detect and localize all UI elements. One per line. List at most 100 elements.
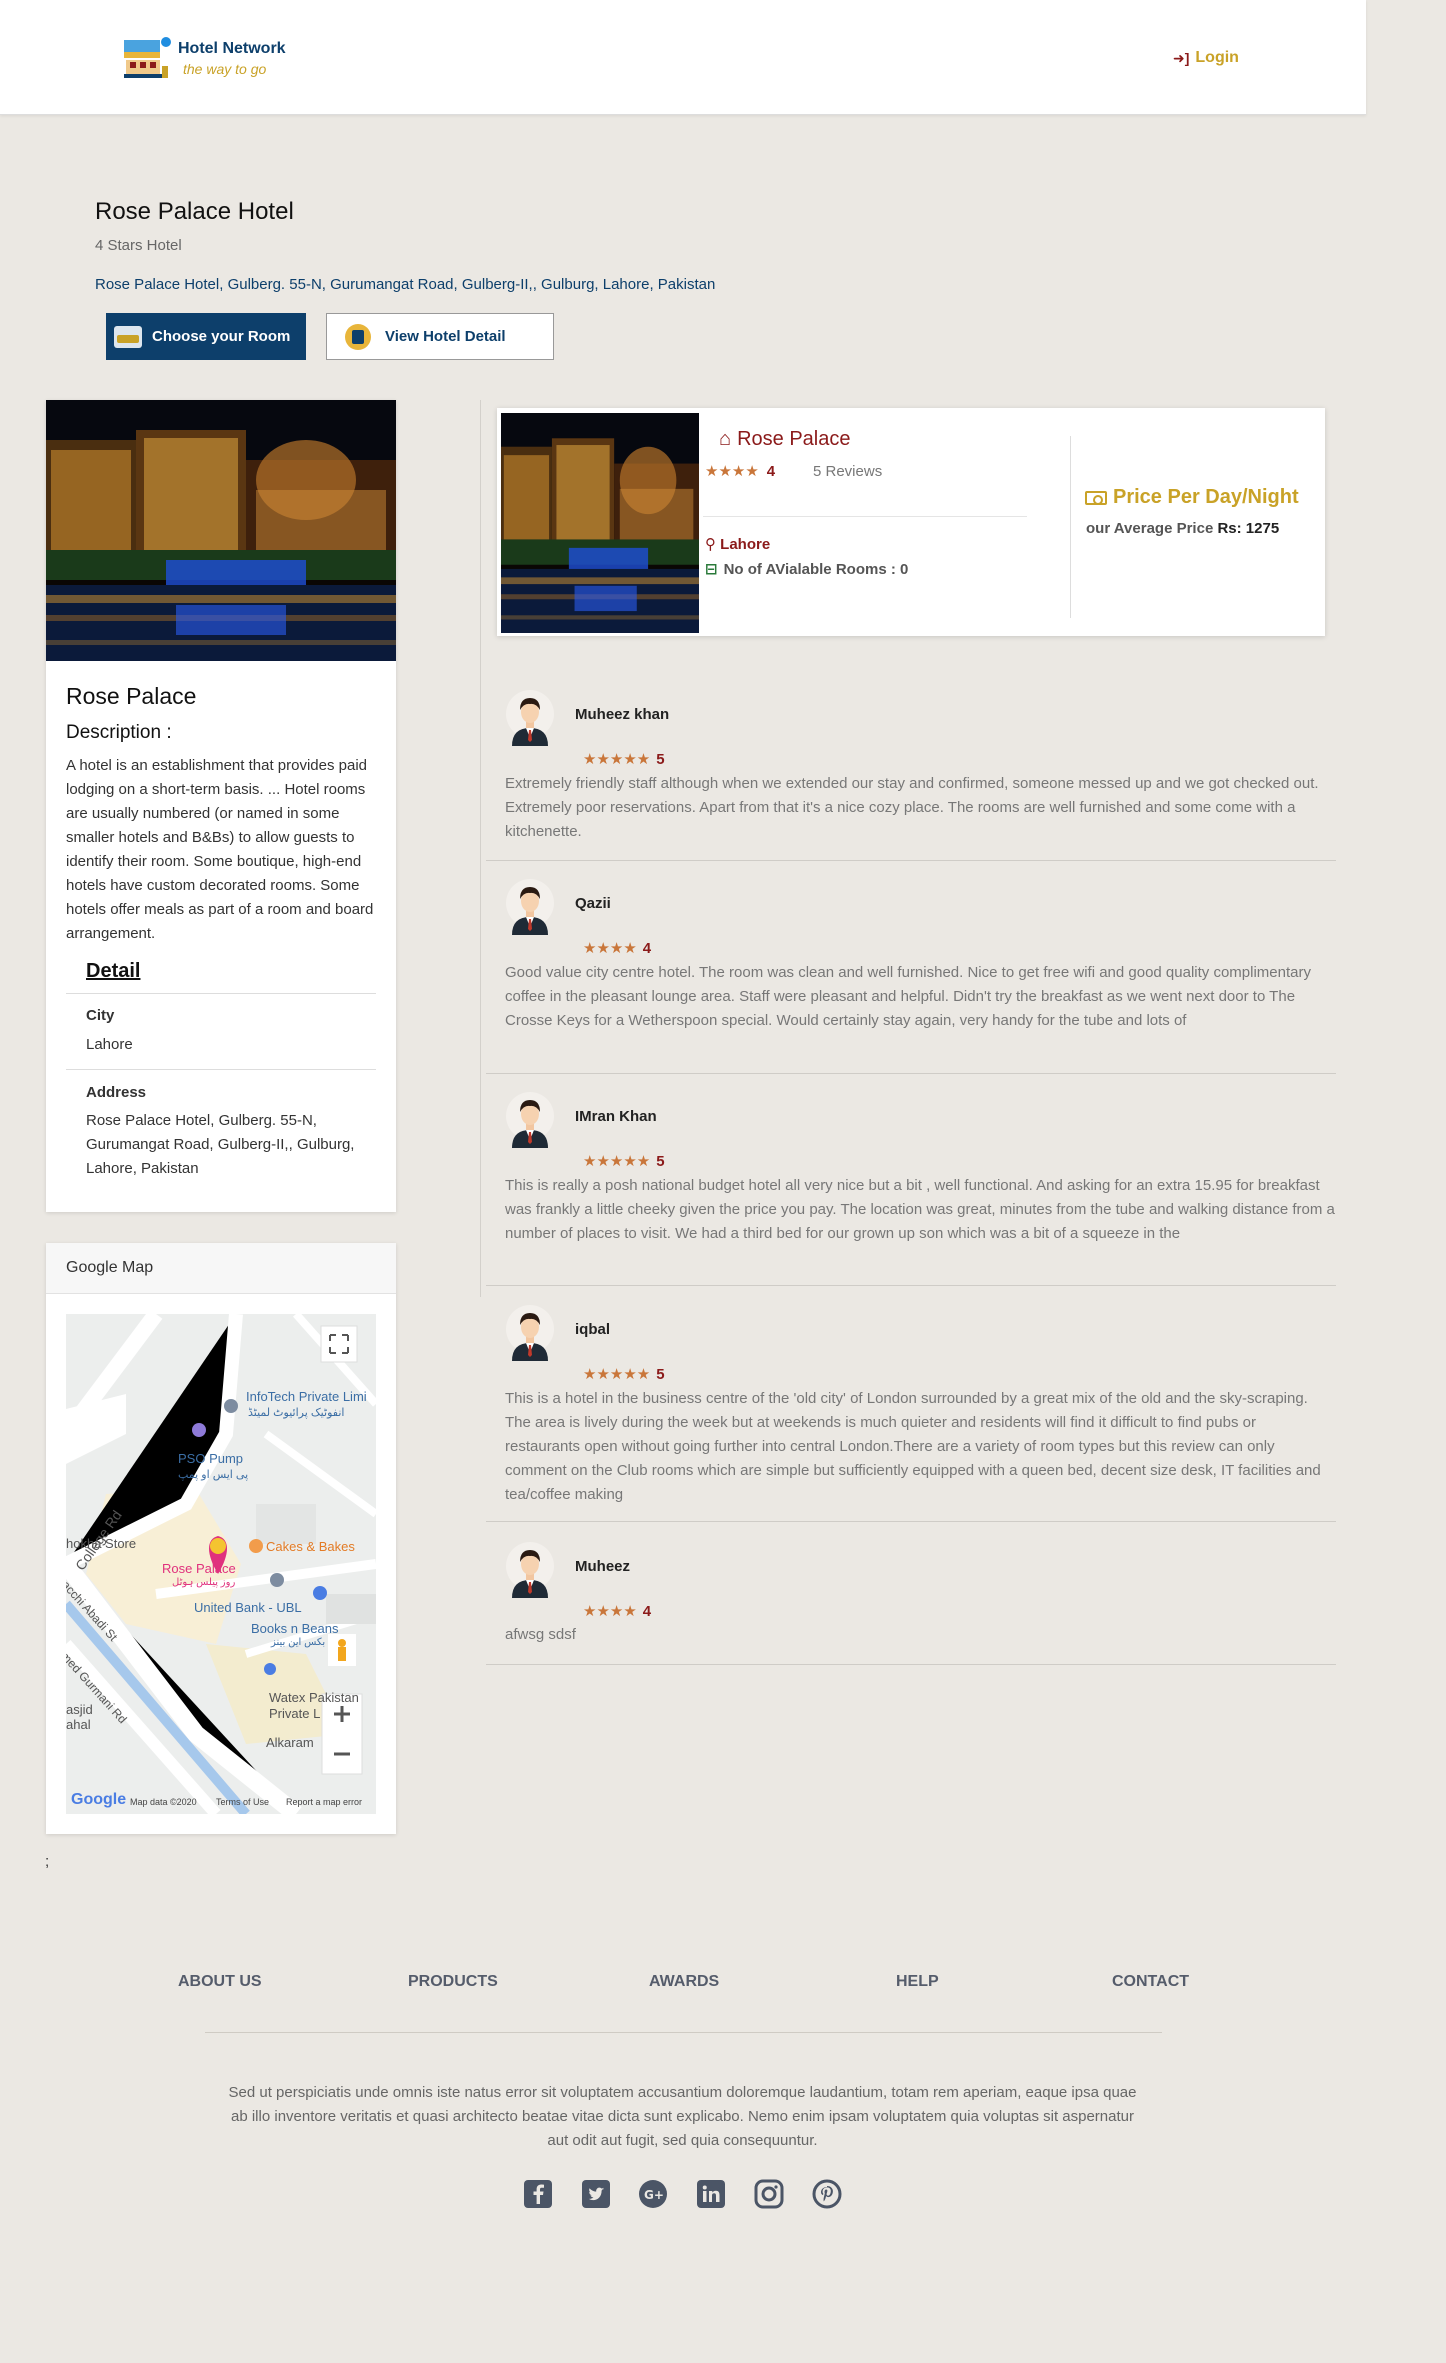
divider bbox=[1070, 436, 1071, 618]
money-icon bbox=[1085, 490, 1107, 505]
hotel-title: Rose Palace Hotel bbox=[95, 198, 294, 225]
map-label-masjid: asjid bbox=[66, 1702, 93, 1717]
facebook-icon[interactable] bbox=[523, 2179, 553, 2209]
map-label-cakes: Cakes & Bakes bbox=[266, 1539, 355, 1554]
star-rating-icon: ★★★★★ bbox=[583, 751, 651, 768]
stray-text: ; bbox=[45, 1853, 50, 1870]
footer-link-products[interactable]: PRODUCTS bbox=[408, 1973, 498, 1991]
review-rating: ★★★★★ 5 bbox=[583, 750, 665, 769]
map-label-books: Books n Beans bbox=[251, 1621, 339, 1636]
footer-divider bbox=[205, 2032, 1162, 2033]
summary-name-text: Rose Palace bbox=[737, 428, 851, 450]
login-link[interactable]: ➜] Login bbox=[1173, 49, 1239, 67]
review-item: Qazii ★★★★ 4 Good value city centre hote… bbox=[486, 861, 1336, 1074]
price-value: Rs: 1275 bbox=[1217, 520, 1280, 537]
view-detail-label: View Hotel Detail bbox=[385, 328, 506, 345]
price-label: our Average Price bbox=[1086, 520, 1214, 537]
star-rating-icon: ★★★★★ bbox=[583, 1366, 651, 1383]
user-avatar bbox=[506, 1542, 554, 1598]
map-label-alkaram: Alkaram bbox=[266, 1735, 314, 1750]
hotel-summary-card: ⌂ Rose Palace ★★★★ 4 5 Reviews ⚲ Lahore … bbox=[497, 408, 1325, 636]
star-rating-icon: ★★★★ bbox=[583, 1603, 637, 1620]
login-label: Login bbox=[1195, 49, 1239, 66]
map-label-pso-urdu: پی ایس او پمپ bbox=[178, 1469, 249, 1481]
star-rating-icon: ★★★★ bbox=[705, 463, 759, 480]
hotel-icon bbox=[345, 323, 371, 350]
divider bbox=[703, 516, 1027, 517]
divider bbox=[66, 1069, 376, 1070]
google-logo: Google bbox=[71, 1791, 127, 1808]
summary-review-count: 5 Reviews bbox=[813, 463, 883, 480]
hotel-network-logo[interactable] bbox=[124, 36, 172, 80]
review-rating: ★★★★ 4 bbox=[583, 1602, 652, 1621]
review-item: Muheez ★★★★ 4 afwsg sdsf bbox=[486, 1522, 1336, 1665]
footer-link-about[interactable]: ABOUT US bbox=[178, 1973, 262, 1991]
review-item: iqbal ★★★★★ 5 This is a hotel in the bus… bbox=[486, 1286, 1336, 1522]
view-hotel-detail-button[interactable]: View Hotel Detail bbox=[326, 313, 554, 360]
choose-room-label: Choose your Room bbox=[152, 328, 291, 345]
address-value: Rose Palace Hotel, Gulberg. 55-N, Guruma… bbox=[86, 1112, 355, 1177]
hotel-address: Rose Palace Hotel, Gulberg. 55-N, Guruma… bbox=[95, 276, 716, 293]
user-avatar bbox=[506, 1305, 554, 1361]
summary-rating: ★★★★ 4 bbox=[705, 462, 775, 481]
summary-hotel-name[interactable]: ⌂ Rose Palace bbox=[719, 428, 851, 451]
summary-rooms: ⊟ No of AVialable Rooms : 0 bbox=[705, 560, 908, 579]
reviewer-name: IMran Khan bbox=[575, 1108, 657, 1125]
review-rating-value: 5 bbox=[656, 1365, 665, 1383]
average-price: our Average Price Rs: 1275 bbox=[1086, 520, 1279, 537]
review-rating: ★★★★★ 5 bbox=[583, 1365, 665, 1384]
google-map[interactable]: InfoTech Private Limi انفوٹیک پرائیوٹ لم… bbox=[66, 1314, 376, 1814]
star-rating-icon: ★★★★★ bbox=[583, 1153, 651, 1170]
review-text: Good value city centre hotel. The room w… bbox=[505, 964, 1311, 1029]
reviewer-name: iqbal bbox=[575, 1321, 611, 1338]
map-label-books-urdu: بکس این بینز bbox=[271, 1637, 326, 1648]
home-icon: ⌂ bbox=[719, 428, 732, 450]
top-navbar: Hotel Network the way to go ➜] Login bbox=[0, 0, 1366, 115]
google-map-card: Google Map InfoTech Private Limi انفوٹیک… bbox=[46, 1243, 396, 1834]
twitter-icon[interactable] bbox=[581, 2179, 611, 2209]
map-label-infotech: InfoTech Private Limi bbox=[246, 1389, 367, 1404]
city-value: Lahore bbox=[86, 1036, 133, 1053]
summary-city: ⚲ Lahore bbox=[705, 535, 770, 553]
pinterest-icon[interactable] bbox=[812, 2179, 842, 2209]
review-rating-value: 5 bbox=[656, 1152, 665, 1170]
map-report-link[interactable]: Report a map error bbox=[286, 1797, 362, 1807]
linkedin-icon[interactable] bbox=[696, 2179, 726, 2209]
instagram-icon[interactable] bbox=[754, 2179, 784, 2209]
sign-in-icon: ➜] bbox=[1173, 49, 1190, 66]
review-rating-value: 4 bbox=[642, 1602, 652, 1620]
review-rating: ★★★★ 4 bbox=[583, 939, 652, 958]
map-data-credit: Map data ©2020 bbox=[130, 1797, 197, 1807]
user-avatar bbox=[506, 879, 554, 935]
hotel-photo bbox=[46, 400, 396, 661]
map-terms-link[interactable]: Terms of Use bbox=[216, 1797, 269, 1807]
detail-heading: Detail bbox=[86, 960, 141, 982]
footer-link-help[interactable]: HELP bbox=[896, 1973, 939, 1991]
price-heading: Price Per Day/Night bbox=[1085, 486, 1299, 509]
reviewer-name: Muheez khan bbox=[575, 706, 670, 723]
review-text: This is really a posh national budget ho… bbox=[505, 1177, 1335, 1242]
star-rating-icon: ★★★★ bbox=[583, 940, 637, 957]
description-heading: Description : bbox=[66, 722, 172, 743]
choose-room-button[interactable]: Choose your Room bbox=[106, 313, 306, 360]
map-label-rose-palace: Rose Palace bbox=[162, 1561, 236, 1576]
description-text: A hotel is an establishment that provide… bbox=[66, 757, 374, 942]
map-label-watex: Watex Pakistan bbox=[269, 1690, 359, 1705]
footer-link-contact[interactable]: CONTACT bbox=[1112, 1973, 1189, 1991]
review-text: Extremely friendly staff although when w… bbox=[505, 775, 1319, 840]
review-rating-value: 4 bbox=[642, 939, 652, 957]
divider bbox=[66, 993, 376, 994]
map-label-infotech-urdu: انفوٹیک پرائیوٹ لمیٹڈ bbox=[248, 1407, 345, 1419]
google-plus-icon[interactable]: G+ bbox=[638, 2179, 668, 2209]
map-label-rose-palace-urdu: روز پیلس ہوٹل bbox=[172, 1577, 236, 1588]
brand-name[interactable]: Hotel Network bbox=[178, 40, 286, 58]
review-rating: ★★★★★ 5 bbox=[583, 1152, 665, 1171]
footer-link-awards[interactable]: AWARDS bbox=[649, 1973, 719, 1991]
footer-text: Sed ut perspiciatis unde omnis iste natu… bbox=[228, 2084, 1137, 2149]
card-hotel-name: Rose Palace bbox=[66, 683, 197, 709]
user-avatar bbox=[506, 1092, 554, 1148]
map-label-pso: PSO Pump bbox=[178, 1451, 244, 1466]
price-heading-text: Price Per Day/Night bbox=[1113, 486, 1299, 508]
bed-icon bbox=[114, 325, 142, 348]
review-text: This is a hotel in the business centre o… bbox=[505, 1390, 1321, 1503]
